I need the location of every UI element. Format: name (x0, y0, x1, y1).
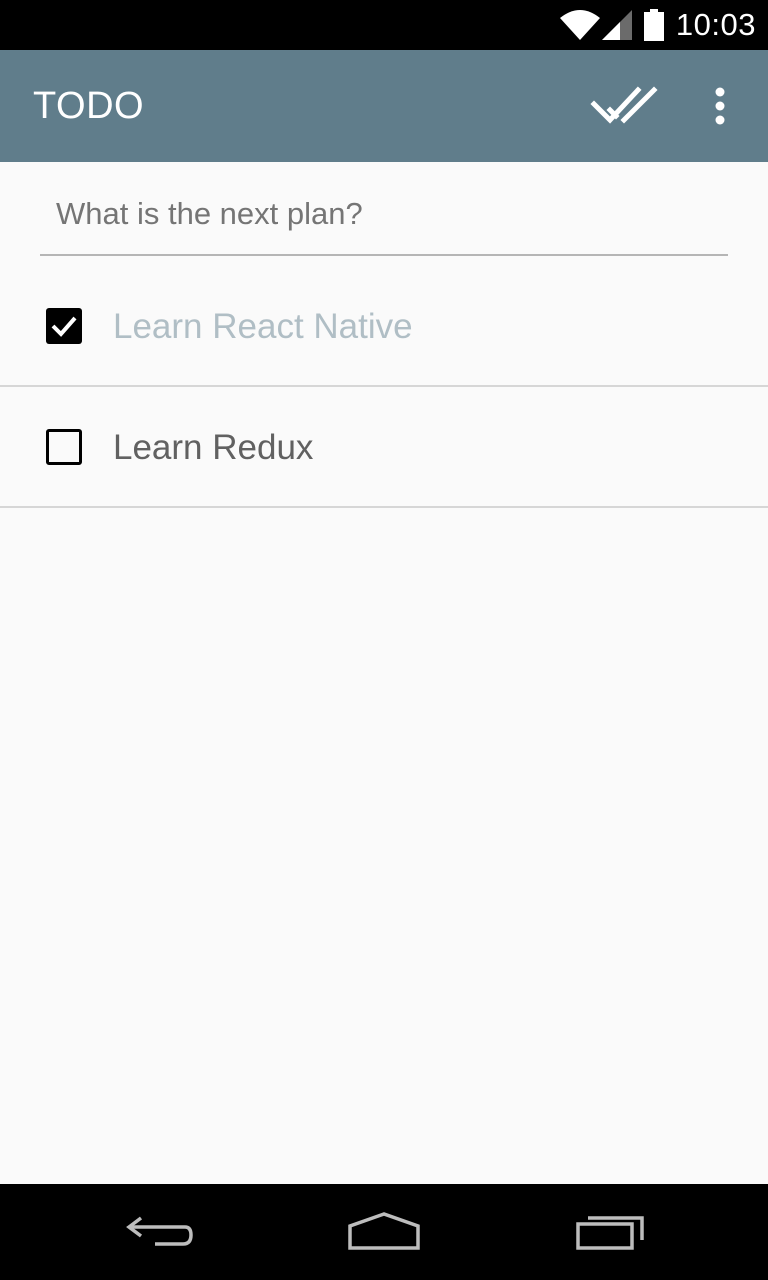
todo-app-screen: 10:03 TODO What is the next plan? Learn … (0, 0, 768, 1280)
todo-row[interactable]: Learn React Native (0, 266, 768, 387)
status-bar: 10:03 (0, 0, 768, 50)
status-time: 10:03 (675, 7, 756, 42)
back-icon (126, 1216, 193, 1246)
cell-signal-icon (601, 10, 632, 40)
app-title: TODO (33, 85, 145, 127)
new-plan-input[interactable] (40, 182, 728, 256)
check-icon (51, 316, 77, 337)
done-all-icon (590, 86, 658, 124)
wifi-icon (559, 10, 600, 40)
todo-row[interactable]: Learn Redux (0, 387, 768, 508)
app-bar: TODO (0, 50, 768, 162)
system-nav-bar (0, 1184, 768, 1280)
todo-checkbox-unchecked[interactable] (46, 429, 82, 465)
home-button[interactable] (324, 1184, 444, 1280)
overflow-menu-button[interactable] (700, 80, 740, 132)
battery-icon (643, 9, 664, 41)
home-icon (348, 1212, 420, 1250)
recents-icon (576, 1216, 644, 1250)
mark-all-done-button[interactable] (586, 80, 662, 132)
todo-list: Learn React Native Learn Redux (0, 266, 768, 508)
status-icons: 10:03 (559, 0, 756, 50)
back-button[interactable] (100, 1184, 220, 1280)
recents-button[interactable] (550, 1184, 670, 1280)
todo-label: Learn React Native (113, 307, 413, 346)
todo-checkbox-checked[interactable] (46, 308, 82, 344)
todo-label: Learn Redux (113, 428, 314, 467)
more-vert-icon (715, 87, 725, 125)
